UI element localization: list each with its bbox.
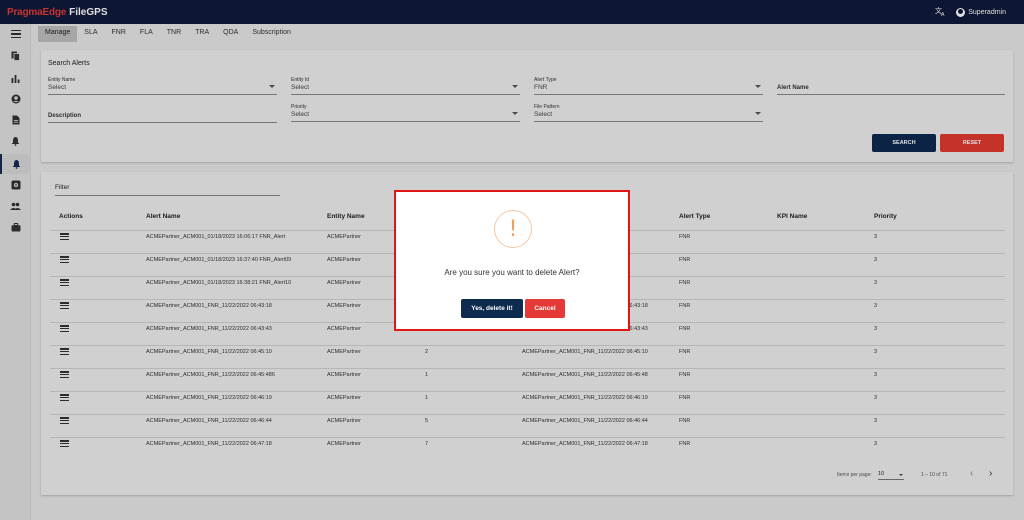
dialog-message: Are you sure you want to delete Alert? (444, 268, 580, 277)
delete-confirm-dialog: ! Are you sure you want to delete Alert?… (394, 190, 630, 331)
confirm-delete-button[interactable]: Yes, delete it! (461, 299, 523, 318)
cancel-button[interactable]: Cancel (525, 299, 565, 318)
warning-exclamation-icon: ! (494, 210, 532, 248)
warning-glyph: ! (508, 216, 518, 242)
